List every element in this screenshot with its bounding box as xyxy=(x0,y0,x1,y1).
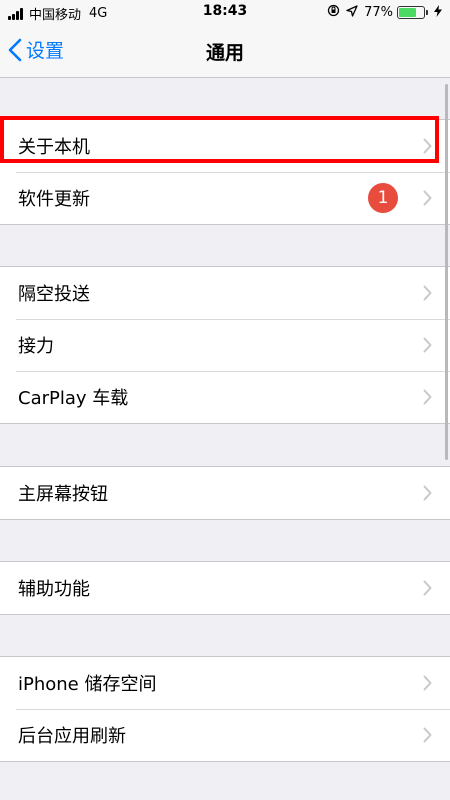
page-title: 通用 xyxy=(205,42,244,64)
navigation-bar: 设置 通用 xyxy=(0,24,450,78)
charging-icon xyxy=(434,4,442,20)
settings-group-storage: iPhone 储存空间 后台应用刷新 xyxy=(0,656,450,762)
row-label: 软件更新 xyxy=(18,189,90,210)
row-home-button[interactable]: 主屏幕按钮 xyxy=(0,467,450,519)
battery-level-fill xyxy=(399,7,416,17)
row-software-update[interactable]: 软件更新 1 xyxy=(0,172,450,224)
row-label: 关于本机 xyxy=(18,137,90,158)
chevron-right-icon xyxy=(423,675,432,691)
chevron-right-icon xyxy=(423,337,432,353)
row-handoff[interactable]: 接力 xyxy=(0,319,450,371)
row-airdrop[interactable]: 隔空投送 xyxy=(0,267,450,319)
row-label: 隔空投送 xyxy=(18,284,90,305)
row-label: iPhone 储存空间 xyxy=(18,674,157,695)
chevron-right-icon xyxy=(423,727,432,743)
row-carplay[interactable]: CarPlay 车载 xyxy=(0,371,450,423)
chevron-right-icon xyxy=(423,285,432,301)
row-label: 接力 xyxy=(18,336,54,357)
chevron-right-icon xyxy=(423,190,432,206)
update-badge: 1 xyxy=(368,183,398,213)
row-label: 后台应用刷新 xyxy=(18,726,126,747)
chevron-right-icon xyxy=(423,138,432,154)
row-background-refresh[interactable]: 后台应用刷新 xyxy=(0,709,450,761)
battery-icon xyxy=(397,5,425,19)
row-label: 主屏幕按钮 xyxy=(18,484,108,505)
chevron-right-icon xyxy=(423,485,432,501)
chevron-right-icon xyxy=(423,389,432,405)
scroll-indicator[interactable] xyxy=(445,84,448,460)
settings-group-connectivity: 隔空投送 接力 CarPlay 车载 xyxy=(0,266,450,424)
settings-group-about: 关于本机 软件更新 1 xyxy=(0,119,450,225)
settings-group-accessibility: 辅助功能 xyxy=(0,561,450,615)
row-accessibility[interactable]: 辅助功能 xyxy=(0,562,450,614)
status-right: 77% xyxy=(321,4,442,20)
location-icon xyxy=(346,4,358,20)
battery-cap xyxy=(426,9,428,15)
row-iphone-storage[interactable]: iPhone 储存空间 xyxy=(0,657,450,709)
status-bar: 中国移动 4G 18:43 77% xyxy=(0,0,450,24)
battery-percent: 77% xyxy=(364,4,393,20)
row-label: CarPlay 车载 xyxy=(18,388,129,409)
orientation-lock-icon xyxy=(327,4,340,20)
chevron-right-icon xyxy=(423,580,432,596)
row-about[interactable]: 关于本机 xyxy=(0,120,450,172)
row-label: 辅助功能 xyxy=(18,579,90,600)
settings-group-home-button: 主屏幕按钮 xyxy=(0,466,450,520)
